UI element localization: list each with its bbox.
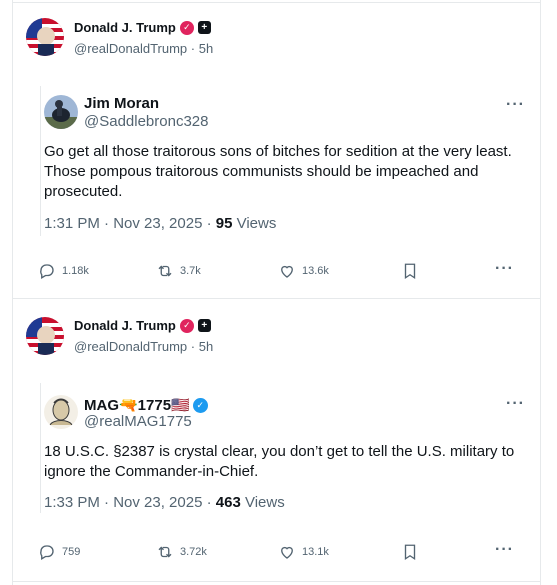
repost-count: 3.7k [180, 265, 201, 277]
handle-line: @realDonaldTrump · 5h [74, 339, 213, 354]
like-count: 13.6k [302, 265, 329, 277]
more-icon[interactable]: ··· [506, 96, 525, 114]
views-label: Views [232, 215, 277, 232]
bookmark-icon [404, 544, 416, 561]
author-line: Donald J. Trump ✓ + [74, 20, 211, 35]
quoted-post-text: 18 U.S.C. §2387 is crystal clear, you do… [44, 443, 515, 480]
affiliation-badge-icon: + [197, 319, 211, 332]
quoted-post-meta: 1:31 PM · Nov 23, 2025 · 95 Views [44, 215, 276, 232]
verified-badge-icon: ✓ [192, 397, 208, 413]
verified-badge-icon: ✓ [179, 20, 194, 35]
author-name[interactable]: Donald J. Trump [74, 318, 176, 333]
handle-line: @realDonaldTrump · 5h [74, 41, 213, 56]
author-handle[interactable]: @realDonaldTrump [74, 41, 187, 56]
avatar[interactable] [26, 317, 64, 355]
reply-count: 1.18k [62, 265, 89, 277]
reply-icon [40, 264, 54, 279]
like-icon [281, 265, 293, 278]
views-count: 95 [215, 215, 233, 232]
author-handle[interactable]: @realDonaldTrump [74, 339, 187, 354]
avatar[interactable] [44, 95, 78, 129]
repost-count: 3.72k [180, 546, 207, 558]
affiliation-badge-icon: + [197, 21, 211, 34]
repost-button[interactable]: 3.7k [156, 262, 201, 280]
avatar[interactable] [44, 395, 78, 429]
quoted-post-text: Go get all those traitorous sons of bitc… [44, 143, 512, 200]
post[interactable]: Donald J. Trump ✓ + @realDonaldTrump · 5… [12, 0, 541, 298]
quoted-author-handle[interactable]: @Saddlebronc328 [84, 113, 208, 130]
quoted-post-meta: 1:33 PM · Nov 23, 2025 · 463 Views [44, 494, 285, 511]
divider [12, 581, 541, 582]
separator-dot: · [187, 339, 199, 354]
quoted-author-handle[interactable]: @realMAG1775 [84, 413, 192, 430]
reply-count: 759 [62, 546, 81, 558]
like-count: 13.1k [302, 546, 329, 558]
action-bar: 1.18k 3.7k 13.6k ··· [38, 260, 528, 282]
quoted-post-timestamp[interactable]: 1:33 PM · Nov 23, 2025 · [44, 494, 216, 511]
views-count: 463 [215, 494, 241, 511]
quoted-post-timestamp[interactable]: 1:31 PM · Nov 23, 2025 · [44, 215, 216, 232]
views-label: Views [240, 494, 285, 511]
quoted-author-name[interactable]: Jim Moran [84, 95, 159, 112]
repost-icon [158, 546, 172, 558]
separator-dot: · [187, 41, 199, 56]
action-bar: 759 3.72k 13.1k ··· [38, 541, 528, 563]
like-button[interactable]: 13.6k [278, 262, 329, 280]
more-icon[interactable]: ··· [506, 395, 525, 413]
repost-icon [158, 265, 172, 277]
quoted-post[interactable]: MAG🔫1775🇺🇸 ✓ @realMAG1775 ··· 18 U.S.C. … [40, 383, 527, 513]
more-icon[interactable]: ··· [495, 260, 514, 278]
reply-button[interactable]: 1.18k [38, 262, 89, 280]
verified-badge-icon: ✓ [179, 318, 194, 333]
like-button[interactable]: 13.1k [278, 543, 329, 561]
repost-button[interactable]: 3.72k [156, 543, 207, 561]
quoted-author-name-text: MAG🔫1775🇺🇸 [84, 397, 190, 414]
quoted-post[interactable]: Jim Moran @Saddlebronc328 ··· Go get all… [40, 86, 527, 236]
like-icon [281, 546, 293, 559]
more-icon[interactable]: ··· [495, 541, 514, 559]
bookmark-button[interactable] [401, 543, 419, 561]
post[interactable]: Donald J. Trump ✓ + @realDonaldTrump · 5… [12, 299, 541, 581]
reply-icon [40, 545, 54, 560]
bookmark-button[interactable] [401, 262, 419, 280]
quoted-author-name[interactable]: MAG🔫1775🇺🇸 ✓ [84, 396, 208, 414]
avatar[interactable] [26, 18, 64, 56]
post-time[interactable]: 5h [199, 41, 213, 56]
post-time[interactable]: 5h [199, 339, 213, 354]
author-line: Donald J. Trump ✓ + [74, 318, 211, 333]
reply-button[interactable]: 759 [38, 543, 80, 561]
author-name[interactable]: Donald J. Trump [74, 20, 176, 35]
bookmark-icon [404, 263, 416, 280]
